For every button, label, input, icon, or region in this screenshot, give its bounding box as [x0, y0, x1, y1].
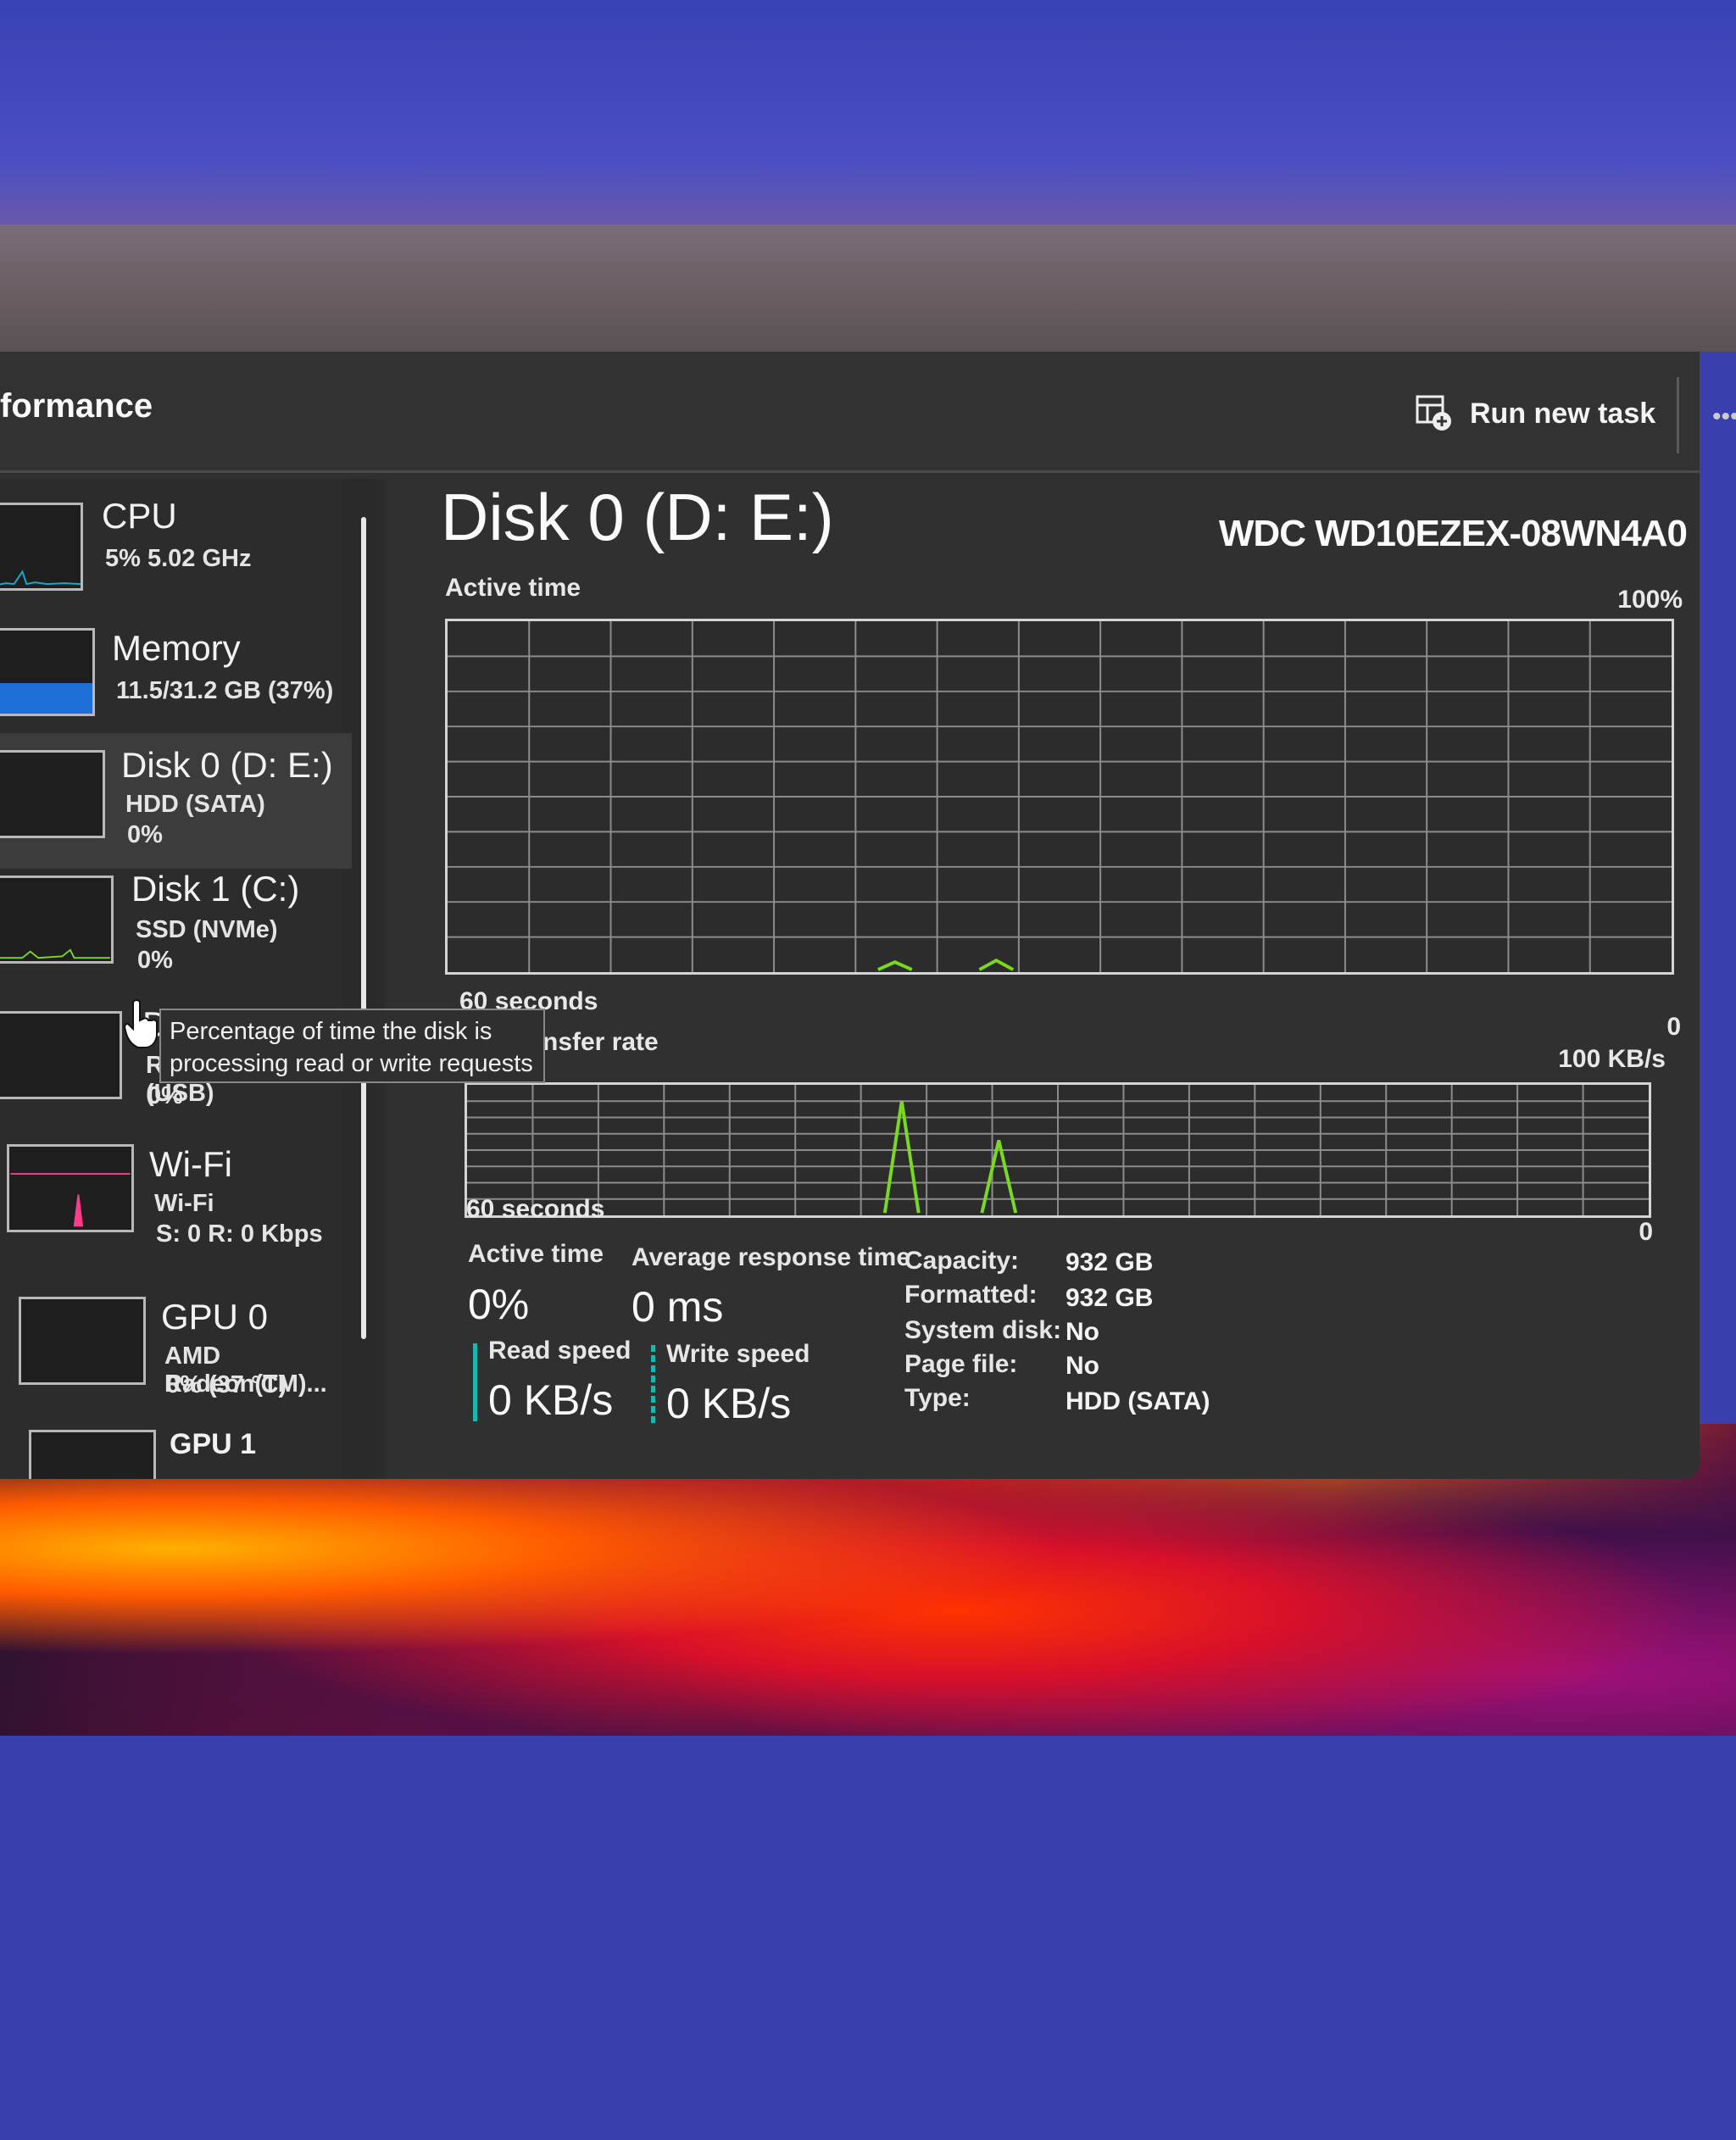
tooltip-line: Percentage of time the disk is	[170, 1018, 492, 1045]
active-time-min-label: 0	[1666, 1013, 1681, 1041]
info-key: Page file:	[904, 1350, 1018, 1378]
sidebar-item-title: Disk 0 (D: E:)	[121, 745, 333, 785]
write-speed-value: 0 KB/s	[666, 1380, 792, 1427]
disk0-thumbnail	[0, 750, 105, 838]
sidebar-item-title: GPU 0	[161, 1297, 269, 1337]
wallpaper-top	[0, 0, 1736, 229]
sidebar-item-gpu1[interactable]: GPU 1	[0, 1420, 352, 1479]
active-time-max-label: 100%	[1617, 586, 1683, 614]
sidebar-item-gpu0[interactable]: GPU 0 AMD Radeon(TM)... 0% (37 °C)	[0, 1297, 352, 1424]
sidebar-item-title: Disk 1 (C:)	[131, 869, 300, 909]
info-value: 932 GB	[1066, 1248, 1154, 1276]
disk1-thumbnail	[0, 875, 114, 964]
read-speed-value: 0 KB/s	[488, 1376, 614, 1424]
toolbar-divider	[1677, 377, 1679, 453]
read-speed-indicator	[473, 1343, 477, 1421]
transfer-rate-graph-canvas	[467, 1085, 1649, 1215]
active-time-stat-label: Active time	[468, 1240, 604, 1268]
memory-usage-fill	[0, 682, 92, 714]
active-time-stat-value: 0%	[468, 1281, 530, 1328]
page-title: formance	[0, 387, 153, 425]
sidebar-item-detail: Wi-Fi	[154, 1190, 214, 1217]
sidebar-item-cpu[interactable]: CPU 5% 5.02 GHz	[0, 479, 352, 606]
task-manager-window: formance Run new task ••• CPU 5% 5.02 GH…	[0, 352, 1736, 1479]
info-value: No	[1066, 1352, 1099, 1380]
run-task-icon	[1416, 395, 1451, 431]
sidebar-item-detail: HDD (SATA)	[125, 791, 265, 818]
info-key: Capacity:	[904, 1247, 1020, 1275]
sidebar-item-wifi[interactable]: Wi-Fi Wi-Fi S: 0 R: 0 Kbps	[0, 1144, 352, 1280]
sidebar-item-title: CPU	[102, 496, 177, 536]
gpu0-thumbnail	[19, 1297, 146, 1385]
performance-sidebar: CPU 5% 5.02 GHz Memory 11.5/31.2 GB (37%…	[0, 479, 386, 1479]
sidebar-item-usage: 0% (37 °C)	[166, 1371, 287, 1398]
sidebar-item-title: Wi-Fi	[149, 1144, 232, 1184]
sidebar-item-disk1[interactable]: Disk 1 (C:) SSD (NVMe) 0%	[0, 869, 352, 1004]
sidebar-item-title: Memory	[112, 628, 241, 668]
transfer-rate-spike	[980, 1140, 1018, 1214]
info-key: Formatted:	[904, 1281, 1038, 1309]
active-time-graph	[445, 619, 1674, 975]
sidebar-item-usage: 0%	[137, 947, 173, 974]
info-value: 932 GB	[1066, 1284, 1154, 1312]
active-time-graph-canvas	[448, 621, 1672, 972]
removable-thumbnail	[0, 1011, 122, 1099]
info-value: HDD (SATA)	[1066, 1387, 1210, 1415]
sidebar-item-title: GPU 1	[170, 1428, 257, 1460]
sidebar-item-memory[interactable]: Memory 11.5/31.2 GB (37%)	[0, 613, 352, 740]
transfer-rate-seconds-label: 60 seconds	[466, 1195, 605, 1223]
sidebar-item-usage: 0%	[147, 1082, 183, 1109]
cpu-thumbnail	[0, 503, 83, 591]
write-speed-indicator	[651, 1345, 655, 1423]
sidebar-item-detail: SSD (NVMe)	[136, 916, 278, 943]
run-new-task-button[interactable]: Run new task	[1416, 390, 1655, 437]
gpu1-thumbnail	[29, 1430, 156, 1479]
transfer-rate-max-label: 100 KB/s	[1558, 1045, 1666, 1073]
memory-thumbnail	[0, 628, 95, 716]
write-speed-label: Write speed	[666, 1340, 810, 1368]
avg-response-stat-label: Average response time	[632, 1243, 911, 1271]
read-speed-label: Read speed	[488, 1337, 632, 1365]
tooltip: Percentage of time the disk is processin…	[159, 1009, 545, 1083]
info-key: System disk:	[904, 1316, 1062, 1344]
tooltip-line: processing read or write requests	[170, 1050, 533, 1077]
info-value: No	[1066, 1318, 1099, 1346]
disk-detail-panel: Disk 0 (D: E:) WDC WD10EZEX-08WN4A0 Acti…	[398, 479, 1700, 1479]
active-time-spike	[877, 960, 913, 971]
hand-cursor-icon	[123, 999, 158, 1048]
transfer-rate-graph	[465, 1082, 1651, 1218]
sidebar-scrollbar[interactable]	[361, 517, 366, 1339]
active-time-spike	[978, 958, 1015, 971]
disk-model: WDC WD10EZEX-08WN4A0	[1218, 513, 1688, 554]
title-bar	[0, 225, 1736, 503]
transfer-rate-graph-label: nsfer rate	[542, 1028, 659, 1056]
sidebar-item-usage: S: 0 R: 0 Kbps	[156, 1220, 323, 1248]
active-time-graph-label: Active time	[445, 574, 581, 602]
toolbar: formance Run new task •••	[0, 352, 1736, 473]
sidebar-item-usage: 0%	[127, 821, 163, 848]
more-icon[interactable]: •••	[1712, 403, 1736, 431]
run-new-task-label: Run new task	[1470, 397, 1656, 430]
sidebar-item-disk0[interactable]: Disk 0 (D: E:) HDD (SATA) 0%	[0, 733, 352, 869]
transfer-rate-min-label: 0	[1639, 1218, 1653, 1246]
disk-title: Disk 0 (D: E:)	[441, 480, 834, 554]
sidebar-item-detail: 11.5/31.2 GB (37%)	[116, 677, 334, 704]
sidebar-item-detail: 5% 5.02 GHz	[105, 545, 252, 572]
info-key: Type:	[904, 1384, 971, 1412]
avg-response-stat-value: 0 ms	[632, 1283, 724, 1331]
wifi-thumbnail	[7, 1144, 134, 1232]
